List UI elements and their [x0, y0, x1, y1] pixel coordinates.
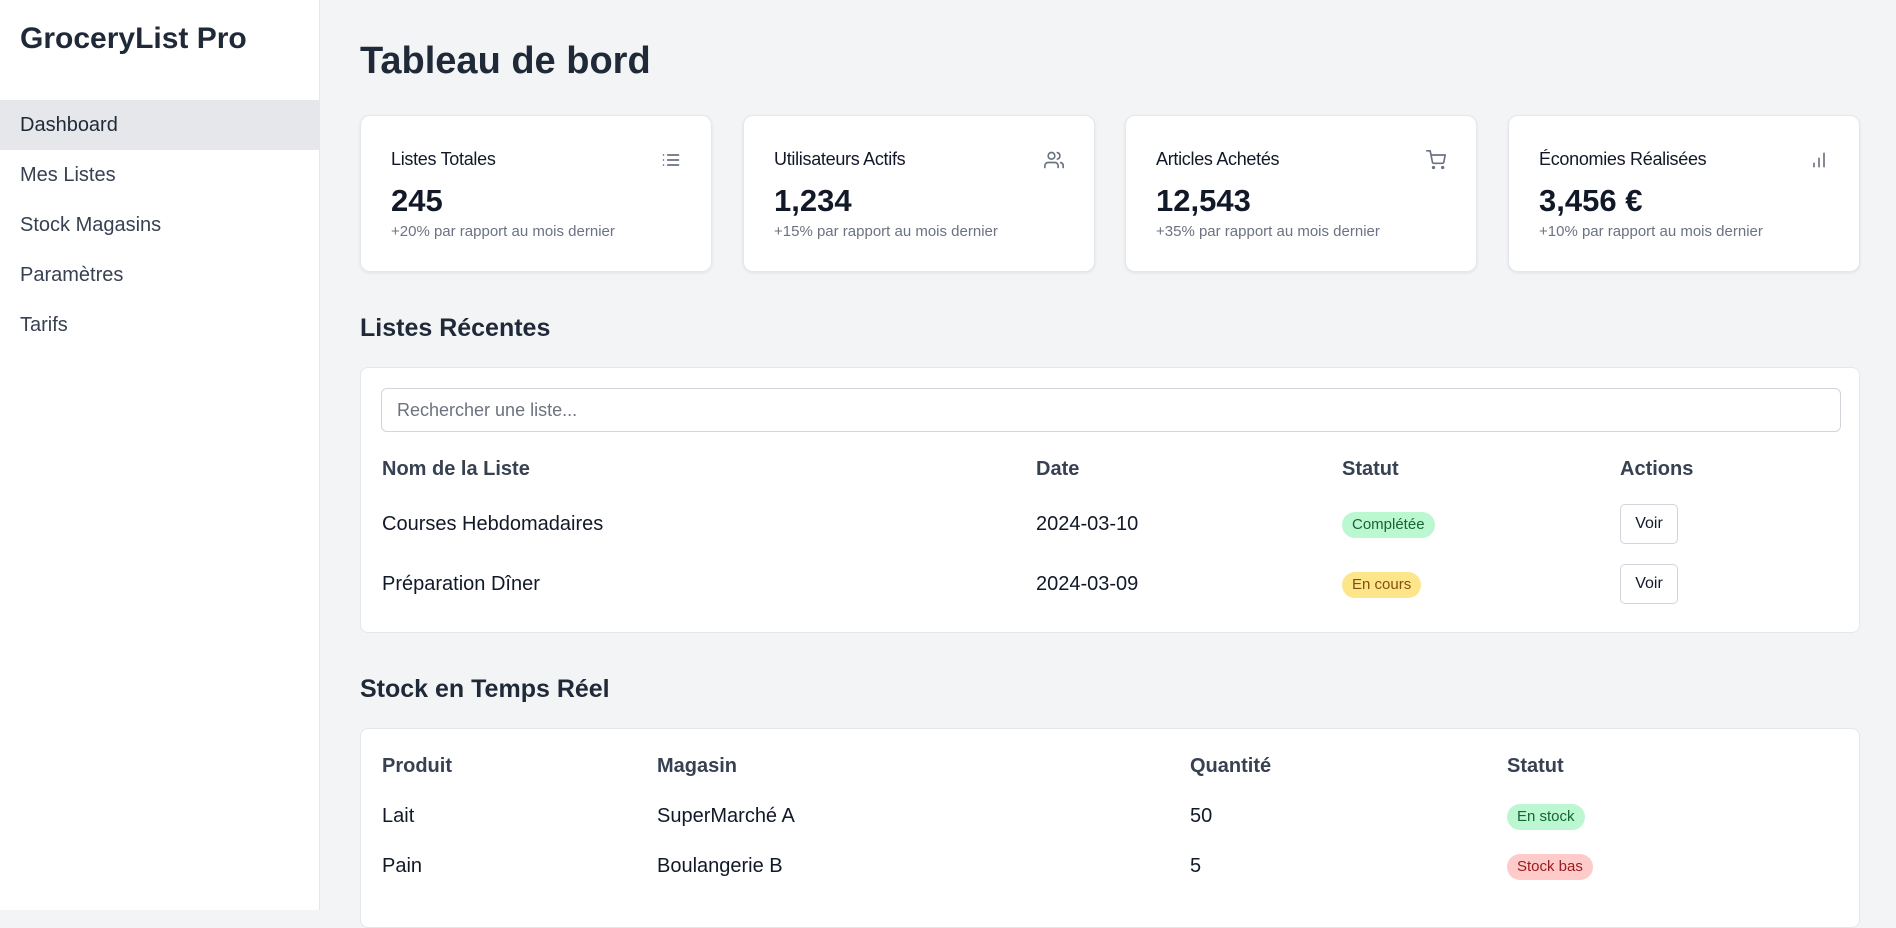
list-name: Préparation Dîner	[382, 573, 540, 595]
view-button[interactable]: Voir	[1620, 564, 1678, 604]
sidebar-item-parametres[interactable]: Paramètres	[0, 250, 319, 300]
sidebar-item-tarifs[interactable]: Tarifs	[0, 300, 319, 350]
stock-panel: Produit Magasin Quantité Statut Lait Sup…	[360, 728, 1860, 928]
column-header-quantity: Quantité	[1190, 755, 1272, 777]
main-content: Tableau de bord Listes Totales 245 +20% …	[320, 0, 1896, 928]
quantity: 5	[1190, 855, 1202, 877]
stat-card-value: 12,543	[1156, 183, 1251, 218]
status-badge: En stock	[1507, 804, 1585, 830]
sidebar-nav: Dashboard Mes Listes Stock Magasins Para…	[0, 100, 319, 350]
search-input[interactable]	[381, 388, 1841, 432]
stock-title: Stock en Temps Réel	[360, 675, 610, 703]
list-name: Courses Hebdomadaires	[382, 513, 604, 535]
list-icon	[662, 154, 680, 166]
list-date: 2024-03-09	[1036, 573, 1139, 595]
stat-card-value: 1,234	[774, 183, 852, 218]
product-name: Pain	[382, 855, 423, 877]
quantity: 50	[1190, 805, 1213, 827]
stat-card-economies-realisees: Économies Réalisées 3,456 € +10% par rap…	[1508, 115, 1860, 272]
stat-card-title: Articles Achetés	[1156, 149, 1280, 169]
column-header-product: Produit	[382, 755, 452, 777]
column-header-store: Magasin	[657, 755, 738, 777]
stats-cards: Listes Totales 245 +20% par rapport au m…	[360, 115, 1860, 272]
stat-card-articles-achetes: Articles Achetés 12,543 +35% par rapport…	[1125, 115, 1477, 272]
view-button[interactable]: Voir	[1620, 504, 1678, 544]
list-date: 2024-03-10	[1036, 513, 1139, 535]
product-name: Lait	[382, 805, 415, 827]
sidebar-item-dashboard[interactable]: Dashboard	[0, 100, 319, 150]
cart-icon	[1426, 150, 1446, 170]
stat-card-value: 3,456 €	[1539, 183, 1643, 218]
status-badge: Complétée	[1342, 512, 1435, 538]
stat-card-listes-totales: Listes Totales 245 +20% par rapport au m…	[360, 115, 712, 272]
column-header-date: Date	[1036, 458, 1080, 480]
stat-card-change: +35% par rapport au mois dernier	[1156, 223, 1380, 240]
recent-lists-title: Listes Récentes	[360, 314, 551, 342]
stat-card-utilisateurs-actifs: Utilisateurs Actifs 1,234 +15% par rappo…	[743, 115, 1095, 272]
sidebar-item-stock-magasins[interactable]: Stock Magasins	[0, 200, 319, 250]
stat-card-value: 245	[391, 183, 443, 218]
users-icon	[1044, 151, 1064, 169]
stat-card-change: +20% par rapport au mois dernier	[391, 223, 615, 240]
sidebar-item-mes-listes[interactable]: Mes Listes	[0, 150, 319, 200]
column-header-status: Statut	[1507, 755, 1564, 777]
page-title: Tableau de bord	[360, 40, 651, 82]
store-name: SuperMarché A	[657, 805, 795, 827]
app-title: GroceryList Pro	[20, 22, 247, 55]
stat-card-title: Utilisateurs Actifs	[774, 149, 906, 169]
stat-card-title: Économies Réalisées	[1539, 149, 1707, 169]
sidebar: GroceryList Pro Dashboard Mes Listes Sto…	[0, 0, 320, 910]
column-header-actions: Actions	[1620, 458, 1694, 480]
status-badge: Stock bas	[1507, 854, 1593, 880]
bar-chart-icon	[1813, 152, 1825, 168]
column-header-status: Statut	[1342, 458, 1399, 480]
column-header-name: Nom de la Liste	[382, 458, 530, 480]
stat-card-title: Listes Totales	[391, 149, 496, 169]
stat-card-change: +15% par rapport au mois dernier	[774, 223, 998, 240]
stat-card-change: +10% par rapport au mois dernier	[1539, 223, 1763, 240]
status-badge: En cours	[1342, 572, 1422, 598]
store-name: Boulangerie B	[657, 855, 783, 877]
recent-lists-panel: Nom de la Liste Date Statut Actions Cour…	[360, 367, 1860, 633]
